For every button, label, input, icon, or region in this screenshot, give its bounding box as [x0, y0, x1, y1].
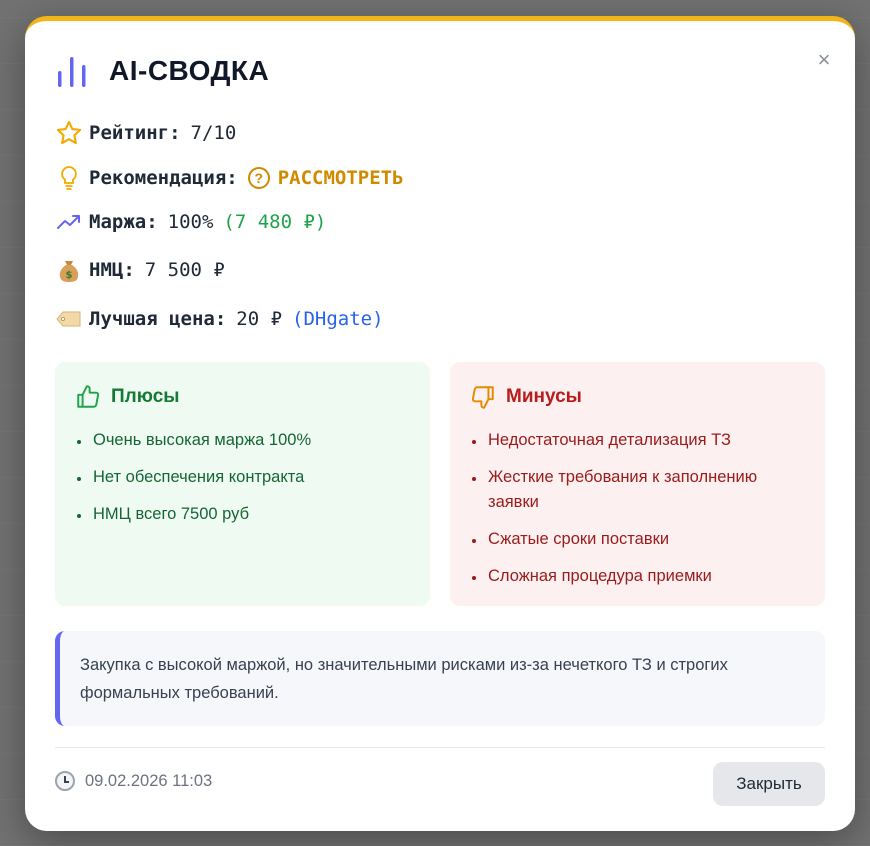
best-price-label: Лучшая цена:	[89, 308, 227, 330]
recommendation-value: РАССМОТРЕТЬ	[277, 167, 404, 189]
list-item: Жесткие требования к заполнению заявки	[470, 465, 805, 515]
rating-row: Рейтинг: 7/10	[55, 119, 236, 147]
nmc-label: НМЦ:	[89, 259, 135, 281]
close-button[interactable]: Закрыть	[713, 762, 825, 806]
pros-list: Очень высокая маржа 100% Нет обеспечения…	[75, 428, 410, 527]
best-price-source: (DHgate)	[292, 308, 384, 330]
cons-title: Минусы	[506, 386, 582, 407]
summary-text: Закупка с высокой маржой, но значительны…	[80, 656, 728, 702]
modal-title: AI-СВОДКА	[109, 55, 270, 86]
cons-card: Минусы Недостаточная детализация ТЗ Жест…	[450, 362, 825, 606]
best-price-value: 20 ₽	[236, 308, 283, 330]
pros-header: Плюсы	[75, 384, 410, 410]
margin-amount: (7 480 ₽)	[223, 211, 327, 233]
modal-header: AI-СВОДКА	[55, 51, 269, 91]
money-bag-icon: $	[55, 256, 83, 284]
cons-header: Минусы	[470, 384, 805, 410]
lightbulb-icon	[55, 164, 83, 192]
star-icon	[55, 119, 83, 147]
nmc-value: 7 500 ₽	[144, 259, 225, 281]
thumbs-up-icon	[77, 385, 100, 408]
footer-divider	[55, 747, 825, 748]
price-tag-icon	[55, 305, 83, 333]
margin-row: Маржа: 100% (7 480 ₽)	[55, 208, 326, 236]
rating-value: 7/10	[190, 122, 237, 144]
summary-note: Закупка с высокой маржой, но значительны…	[55, 631, 825, 726]
pros-card: Плюсы Очень высокая маржа 100% Нет обесп…	[55, 362, 430, 606]
close-icon[interactable]: ×	[815, 49, 833, 71]
bar-chart-icon	[58, 57, 86, 87]
rating-label: Рейтинг:	[89, 122, 181, 144]
margin-label: Маржа:	[89, 211, 158, 233]
svg-text:$: $	[66, 270, 73, 281]
pros-title: Плюсы	[111, 386, 180, 407]
recommendation-label: Рекомендация:	[89, 167, 238, 189]
best-price-row: Лучшая цена: 20 ₽ (DHgate)	[55, 305, 384, 333]
thumbs-down-icon	[471, 386, 494, 409]
recommendation-row: Рекомендация: ? РАССМОТРЕТЬ	[55, 164, 404, 192]
trending-up-icon	[55, 208, 83, 236]
list-item: Очень высокая маржа 100%	[75, 428, 410, 453]
list-item: Сложная процедура приемки	[470, 564, 805, 589]
list-item: Недостаточная детализация ТЗ	[470, 428, 805, 453]
list-item: НМЦ всего 7500 руб	[75, 502, 410, 527]
ai-summary-modal: × AI-СВОДКА Рейтинг: 7/10 Рекомендация: …	[25, 16, 855, 831]
recommendation-badge: ? РАССМОТРЕТЬ	[247, 167, 404, 189]
nmc-row: $ НМЦ: 7 500 ₽	[55, 256, 225, 284]
list-item: Нет обеспечения контракта	[75, 465, 410, 490]
question-circle-icon: ?	[247, 167, 270, 189]
clock-icon	[55, 771, 75, 791]
margin-value: 100%	[167, 211, 214, 233]
timestamp: 09.02.2026 11:03	[55, 771, 212, 791]
timestamp-text: 09.02.2026 11:03	[85, 771, 213, 790]
cons-list: Недостаточная детализация ТЗ Жесткие тре…	[470, 428, 805, 589]
list-item: Сжатые сроки поставки	[470, 527, 805, 552]
